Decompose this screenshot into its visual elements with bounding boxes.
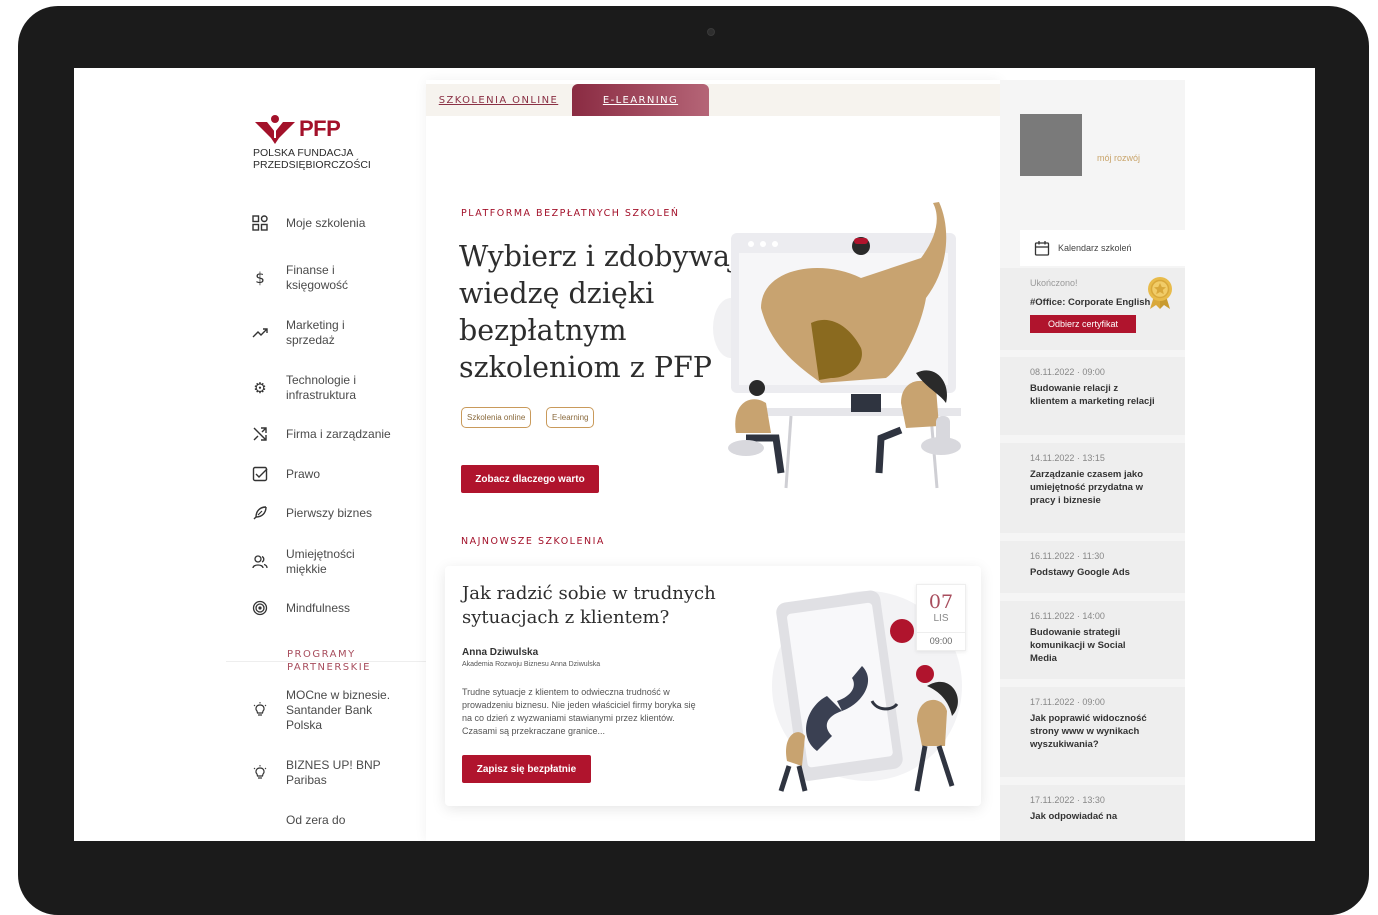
event-title: Podstawy Google Ads [1030, 567, 1130, 578]
sidebar-item-label: Moje szkolenia [286, 215, 366, 230]
sidebar-item-od-zera[interactable]: Od zera do [250, 803, 396, 837]
event-date: 17.11.2022 · 13:30 [1030, 795, 1105, 805]
sidebar-item-label: Pierwszy biznes [286, 505, 373, 520]
tab-e-learning[interactable]: E-LEARNING [572, 84, 709, 116]
lightbulb-icon [250, 763, 270, 783]
training-card[interactable]: Jak radzić sobie w trudnych sytuacjach z… [445, 566, 981, 806]
sidebar-item-umiejetnosci[interactable]: Umiejętności miękkie [250, 545, 396, 579]
sidebar-item-label: Od zera do [286, 812, 346, 827]
trend-up-icon [250, 323, 270, 343]
event-title: Zarządzanie czasem jako umiejętność przy… [1030, 469, 1143, 506]
tab-szkolenia-online[interactable]: SZKOLENIA ONLINE [426, 84, 571, 116]
latest-eyebrow: NAJNOWSZE SZKOLENIA [461, 536, 605, 547]
sidebar-item-label: BIZNES UP! BNP Paribas [286, 758, 381, 787]
event-item[interactable]: 17.11.2022 · 13:30 Jak odpowiadać na [1000, 785, 1185, 841]
sidebar-item-firma[interactable]: Firma i zarządzanie [250, 417, 416, 451]
event-title: Budowanie relacji z klientem a marketing… [1030, 383, 1155, 407]
tabs-bar: SZKOLENIA ONLINE E-LEARNING [426, 84, 1000, 116]
date-badge: 07 LIS 09:00 [916, 584, 966, 651]
sidebar-item-label: Mindfulness [286, 600, 351, 615]
divider [226, 661, 426, 662]
get-certificate-button[interactable]: Odbierz certyfikat [1030, 315, 1136, 333]
sidebar-item-moje-szkolenia[interactable]: Moje szkolenia [250, 206, 396, 240]
sidebar-item-marketing[interactable]: Marketing i sprzedaż [250, 316, 396, 350]
sidebar-item-label: Marketing i sprzedaż [286, 318, 345, 347]
event-item[interactable]: 17.11.2022 · 09:00 Jak poprawić widoczno… [1000, 687, 1185, 777]
pill-e-learning[interactable]: E-learning [546, 407, 595, 428]
event-title: Jak odpowiadać na [1030, 811, 1118, 822]
camera-dot [707, 28, 715, 36]
enroll-free-button[interactable]: Zapisz się bezpłatnie [462, 755, 591, 783]
completed-title: #Office: Corporate English [1030, 297, 1151, 308]
logo-subtitle-line2: PRZEDSIĘBIORCZOŚCI [253, 159, 371, 171]
event-date: 08.11.2022 · 09:00 [1030, 367, 1105, 377]
sidebar-item-label: Umiejętności miękkie [286, 547, 355, 576]
sidebar-item-pierwszy-biznes[interactable]: Pierwszy biznes [250, 496, 396, 530]
sidebar: PFP POLSKA FUNDACJA PRZEDSIĘBIORCZOŚCI M… [74, 68, 426, 841]
event-item[interactable]: 08.11.2022 · 09:00 Budowanie relacji z k… [1000, 357, 1185, 435]
card-organization: Akademia Rozwoju Biznesu Anna Dziwulska [462, 661, 601, 668]
sidebar-item-bnp[interactable]: BIZNES UP! BNP Paribas [250, 756, 396, 790]
sidebar-item-label: Technologie i infrastruktura [286, 373, 357, 402]
see-why-button[interactable]: Zobacz dlaczego warto [461, 465, 599, 493]
target-icon [250, 598, 270, 618]
shuffle-icon [250, 424, 270, 444]
checkbox-icon [250, 464, 270, 484]
main-content: SZKOLENIA ONLINE E-LEARNING PLATFORMA BE… [426, 80, 1000, 841]
logo-wordmark: PFP [299, 116, 341, 141]
pfp-logo-mark-icon [255, 115, 295, 144]
event-item[interactable]: 14.11.2022 · 13:15 Zarządzanie czasem ja… [1000, 443, 1185, 533]
event-date: 16.11.2022 · 11:30 [1030, 551, 1105, 561]
sidebar-item-prawo[interactable]: Prawo [250, 457, 396, 491]
my-development-link[interactable]: mój rozwój [1097, 153, 1140, 163]
feather-icon [250, 503, 270, 523]
right-panel: mój rozwój Kalendarz szkoleń Ukończono! … [1000, 80, 1185, 841]
event-title: Budowanie strategii komunikacji w Social… [1030, 627, 1126, 664]
pfp-logo[interactable]: PFP POLSKA FUNDACJA PRZEDSIĘBIORCZOŚCI [253, 112, 383, 172]
date-day: 07 [928, 591, 954, 613]
calendar-icon [1034, 241, 1050, 256]
card-title[interactable]: Jak radzić sobie w trudnych sytuacjach z… [462, 582, 732, 630]
medal-icon [1148, 277, 1172, 309]
hero-eyebrow: PLATFORMA BEZPŁATNYCH SZKOLEŃ [461, 208, 680, 219]
calendar-label: Kalendarz szkoleń [1058, 243, 1132, 253]
event-item[interactable]: 16.11.2022 · 14:00 Budowanie strategii k… [1000, 601, 1185, 679]
pill-szkolenia-online[interactable]: Szkolenia online [461, 407, 532, 428]
event-title: Jak poprawić widoczność strony www w wyn… [1030, 713, 1147, 750]
users-icon [250, 552, 270, 572]
card-author: Anna Dziwulska [462, 647, 539, 658]
sidebar-item-santander[interactable]: MOCne w biznesie. Santander Bank Polska [250, 687, 396, 733]
dollar-icon: $ [255, 269, 265, 287]
sidebar-item-label: MOCne w biznesie. Santander Bank Polska [286, 687, 391, 732]
date-time: 09:00 [917, 632, 965, 646]
sidebar-item-technologie[interactable]: ⚙ Technologie i infrastruktura [250, 371, 396, 405]
hero-illustration [713, 202, 961, 489]
event-date: 16.11.2022 · 14:00 [1030, 611, 1105, 621]
sidebar-item-label: Finanse i księgowość [286, 263, 349, 292]
sidebar-item-mindfulness[interactable]: Mindfulness [250, 591, 396, 625]
sidebar-item-finanse[interactable]: $ Finanse i księgowość [250, 261, 396, 295]
date-month: LIS [933, 613, 949, 624]
card-description: Trudne sytuacje z klientem to odwieczna … [462, 687, 696, 736]
avatar[interactable] [1020, 114, 1082, 176]
grid-icon [250, 213, 270, 233]
sidebar-item-label: Prawo [286, 466, 321, 481]
logo-subtitle: POLSKA FUNDACJA PRZEDSIĘBIORCZOŚCI [253, 147, 371, 171]
event-date: 14.11.2022 · 13:15 [1030, 453, 1105, 463]
event-item[interactable]: 16.11.2022 · 11:30 Podstawy Google Ads [1000, 541, 1185, 593]
logo-subtitle-line1: POLSKA FUNDACJA [253, 147, 354, 159]
gear-icon: ⚙ [253, 379, 267, 397]
completed-course[interactable]: Ukończono! #Office: Corporate English Od… [1000, 268, 1185, 350]
screen: PFP POLSKA FUNDACJA PRZEDSIĘBIORCZOŚCI M… [74, 68, 1315, 841]
calendar-link[interactable]: Kalendarz szkoleń [1020, 230, 1185, 266]
sidebar-item-label: Firma i zarządzanie [286, 426, 391, 441]
lightbulb-icon [250, 700, 270, 720]
event-date: 17.11.2022 · 09:00 [1030, 697, 1105, 707]
